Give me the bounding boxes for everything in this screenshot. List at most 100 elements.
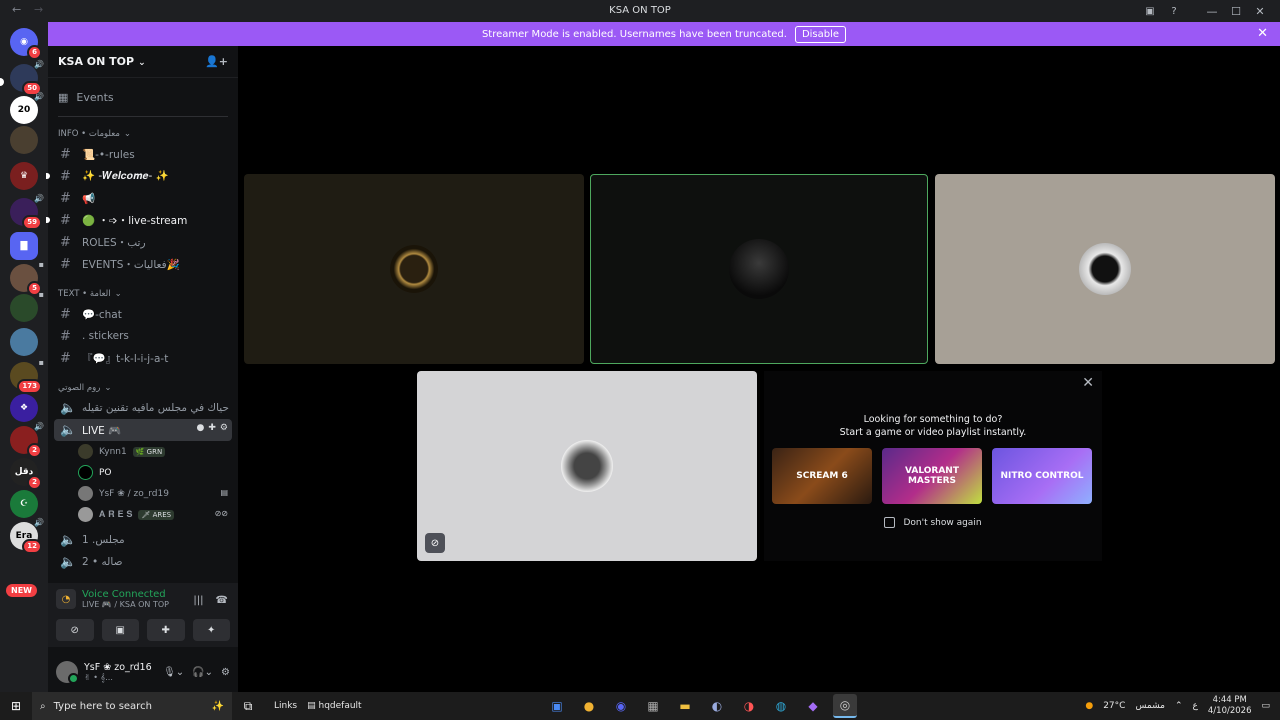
screen-share-button[interactable]: ▣: [101, 619, 139, 641]
edge-icon[interactable]: ◍: [769, 694, 793, 718]
app-icon[interactable]: ▦: [641, 694, 665, 718]
soundboard-button[interactable]: ✦: [192, 619, 230, 641]
weather-icon: ●: [1085, 701, 1094, 711]
minimize-button[interactable]: —: [1200, 5, 1224, 18]
channel-rules[interactable]: # 📜-•-rules: [54, 143, 232, 165]
hash-icon: #: [60, 350, 71, 366]
app-icon[interactable]: ◑: [737, 694, 761, 718]
server-icon[interactable]: ▪ 5: [10, 260, 44, 296]
channel-roles[interactable]: # ROLES・رتب: [54, 231, 232, 253]
server-icon[interactable]: 20 🔊: [10, 92, 44, 124]
activity-card-scream[interactable]: SCREAM 6: [772, 448, 872, 504]
activity-button[interactable]: ✚: [147, 619, 185, 641]
close-window-button[interactable]: ✕: [1248, 5, 1272, 18]
voice-status[interactable]: Voice Connected: [82, 589, 169, 600]
inbox-icon[interactable]: ▣: [1142, 3, 1158, 19]
server-icon[interactable]: ▪ 173: [10, 358, 44, 394]
channel-announcements[interactable]: # 📢: [54, 187, 232, 209]
server-icon[interactable]: 🔊 50: [10, 60, 44, 96]
server-icon[interactable]: [10, 328, 38, 356]
microphone-icon[interactable]: 🎙⌄: [163, 667, 184, 678]
participant-tile[interactable]: [935, 174, 1275, 364]
channel-tklijat[interactable]: # 『💬』t-k-l-i-j-a-t: [54, 347, 232, 369]
activity-card-nitro-control[interactable]: NITRO CONTROL: [992, 448, 1092, 504]
maximize-button[interactable]: ☐: [1224, 5, 1248, 18]
channel-events[interactable]: # EVENTS・فعاليات🎉: [54, 253, 232, 275]
camera-off-button[interactable]: ⊘: [56, 619, 94, 641]
server-icon[interactable]: ☪: [10, 490, 38, 518]
participant-tile-speaking[interactable]: [590, 174, 928, 364]
unread-pill: [46, 217, 50, 223]
activity-card-valorant[interactable]: VALORANT MASTERS: [882, 448, 982, 504]
windows-start-icon[interactable]: ⊞: [0, 692, 32, 720]
server-icon[interactable]: Era 🔊 12: [10, 518, 44, 554]
category-voice[interactable]: روم الصوتي ⌄: [58, 381, 238, 395]
server-icon[interactable]: [10, 126, 38, 154]
server-icon[interactable]: 🔊 59: [10, 194, 44, 230]
disable-streamer-button[interactable]: Disable: [794, 25, 847, 43]
app-icon[interactable]: ●: [577, 694, 601, 718]
voice-user[interactable]: Kynn1 🌿 GRN: [78, 441, 228, 462]
server-header[interactable]: KSA ON TOP ⌄ 👤+: [48, 46, 238, 78]
voice-channel-live[interactable]: 🔈 LIVE 🎮 ● ✚ ⚙: [54, 419, 232, 441]
server-icon[interactable]: 🔊 2: [10, 422, 44, 458]
server-icon[interactable]: دقل 2: [10, 458, 42, 490]
server-icon[interactable]: ♛: [10, 162, 38, 190]
hash-icon: #: [60, 190, 71, 206]
events-item[interactable]: ▦ Events: [58, 86, 232, 108]
weather-temp[interactable]: 27°C: [1103, 701, 1125, 711]
notification-icon[interactable]: ▭: [1261, 701, 1270, 711]
steam-icon[interactable]: ◐: [705, 694, 729, 718]
channel-chat[interactable]: # 💬-chat: [54, 303, 232, 325]
voice-channel[interactable]: 🔈 صاله • 2: [54, 551, 232, 573]
file-explorer-icon[interactable]: ▬: [673, 694, 697, 718]
category-text[interactable]: TEXT • العامة ⌄: [58, 287, 238, 301]
discord-taskbar-icon[interactable]: ◉: [609, 694, 633, 718]
help-icon[interactable]: ?: [1166, 3, 1182, 19]
close-icon[interactable]: ✕: [1082, 375, 1094, 391]
signal-icon[interactable]: ◔: [56, 589, 76, 609]
dont-show-again[interactable]: Don't show again: [764, 517, 1102, 528]
invite-icon[interactable]: ✚: [208, 423, 216, 433]
channel-stickers[interactable]: #. stickers: [54, 325, 232, 347]
avatar[interactable]: [56, 661, 79, 684]
category-info[interactable]: INFO • معلومات ⌄: [58, 127, 238, 141]
app-icon[interactable]: ◎: [833, 694, 857, 718]
voice-channel[interactable]: 🔈 حياك في مجلس مافيه تقنين تقيله: [54, 397, 232, 419]
checkbox[interactable]: [884, 517, 896, 528]
participant-tile[interactable]: ⊘: [417, 371, 757, 561]
gear-icon[interactable]: ⚙: [220, 423, 228, 433]
server-icon[interactable]: ▪: [10, 290, 44, 322]
chevron-up-icon[interactable]: ⌃: [1175, 701, 1183, 711]
chat-icon[interactable]: ●: [197, 423, 205, 433]
taskbar-file[interactable]: ▤ hqdefault: [307, 701, 361, 711]
disconnect-icon[interactable]: ☎: [216, 595, 228, 606]
noise-suppression-icon[interactable]: |||: [193, 595, 203, 606]
voice-user[interactable]: YsF ❀ / zo_rd19 ▤: [78, 483, 228, 504]
weather-text[interactable]: مشمس: [1135, 701, 1165, 711]
close-icon[interactable]: ✕: [1257, 26, 1268, 41]
server-icon[interactable]: ❖: [10, 394, 38, 422]
links-toolbar[interactable]: Links: [274, 701, 297, 711]
task-view-icon[interactable]: ⧉: [232, 692, 264, 720]
app-icon[interactable]: ▣: [545, 694, 569, 718]
taskbar-search[interactable]: ⌕ Type here to search ✨: [32, 692, 232, 720]
voice-connected-panel: ◔ Voice Connected LIVE 🎮 / KSA ON TOP ||…: [48, 583, 238, 647]
channel-welcome[interactable]: # ✨ -𝑾𝒆𝒍𝒄𝒐𝒎𝒆- ✨: [46, 165, 232, 187]
app-icon[interactable]: ◆: [801, 694, 825, 718]
voice-user[interactable]: PO: [78, 462, 228, 483]
channel-live-stream[interactable]: # 🟢 ・➩・live-stream: [46, 209, 232, 231]
participant-tile[interactable]: [244, 174, 584, 364]
voice-channel[interactable]: 🔈 مجلس. 1: [54, 529, 232, 551]
voice-location[interactable]: LIVE 🎮 / KSA ON TOP: [82, 600, 169, 609]
speaker-icon: ▪: [38, 358, 44, 367]
voice-user[interactable]: 𝐀 𝐑 𝐄 𝐒 🗡 ARES ⊘⊘: [78, 504, 228, 525]
language-indicator[interactable]: ع: [1193, 701, 1198, 711]
search-icon: ⌕: [40, 700, 46, 712]
clock[interactable]: 4:44 PM 4/10/2026: [1208, 695, 1252, 717]
gear-icon[interactable]: ⚙: [221, 667, 230, 678]
headphones-icon[interactable]: 🎧⌄: [192, 667, 213, 678]
discord-home-button[interactable]: ◉ 6: [10, 28, 42, 60]
add-member-icon[interactable]: 👤+: [205, 55, 228, 68]
folder-icon[interactable]: ▇: [10, 232, 38, 260]
